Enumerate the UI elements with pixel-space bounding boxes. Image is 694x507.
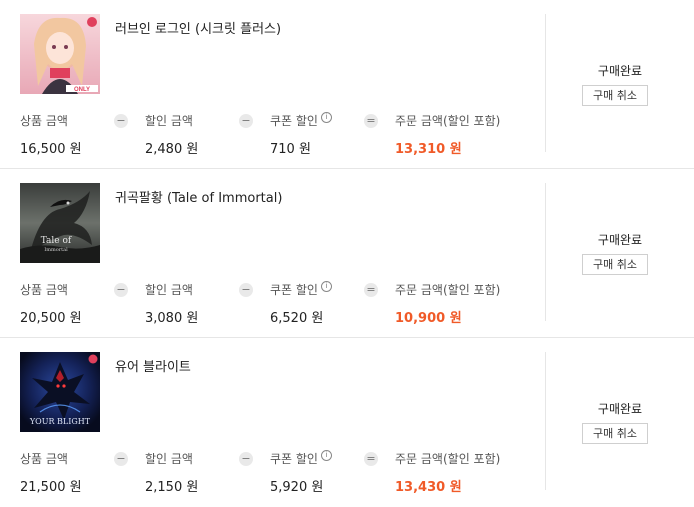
product-price-label: 상품 금액 xyxy=(20,283,68,297)
minus-icon: − xyxy=(114,114,128,128)
order-item: Tale of Immortal 귀곡팔황 (Tale of Immortal)… xyxy=(0,169,694,338)
vertical-divider xyxy=(545,183,546,321)
product-thumbnail[interactable]: ONLY xyxy=(20,14,100,94)
equals-icon: = xyxy=(364,114,378,128)
coupon-discount-value: 6,520 원 xyxy=(270,311,324,326)
cover-title-text: YOUR BLIGHT xyxy=(29,417,91,426)
vertical-divider xyxy=(545,352,546,490)
minus-icon: − xyxy=(114,283,128,297)
total-price-label: 주문 금액(할인 포함) xyxy=(395,452,501,466)
coupon-discount-value: 5,920 원 xyxy=(270,480,324,495)
info-icon[interactable]: i xyxy=(320,450,332,461)
cancel-purchase-button[interactable]: 구매 취소 xyxy=(582,423,648,444)
minus-icon: − xyxy=(114,452,128,466)
discount-price-value: 3,080 원 xyxy=(145,311,199,326)
total-price-column: 주문 금액(할인 포함) 13,310 원 xyxy=(395,112,500,157)
product-price-column: 상품 금액 16,500 원 xyxy=(20,112,82,157)
total-price-column: 주문 금액(할인 포함) 10,900 원 xyxy=(395,281,500,326)
minus-icon: − xyxy=(239,114,253,128)
discount-price-value: 2,480 원 xyxy=(145,142,199,157)
total-price-value: 13,310 원 xyxy=(395,142,462,157)
discount-price-column: 할인 금액 2,150 원 xyxy=(145,450,198,495)
cancel-purchase-button[interactable]: 구매 취소 xyxy=(582,254,648,275)
coupon-price-column: 쿠폰 할인 i 710 원 xyxy=(270,112,332,157)
product-title[interactable]: 러브인 로그인 (시크릿 플러스) xyxy=(115,18,281,37)
coupon-discount-label: 쿠폰 할인 xyxy=(270,452,318,466)
cancel-purchase-button[interactable]: 구매 취소 xyxy=(582,85,648,106)
total-price-label: 주문 금액(할인 포함) xyxy=(395,114,501,128)
product-price-column: 상품 금액 20,500 원 xyxy=(20,281,82,326)
coupon-price-column: 쿠폰 할인 i 5,920 원 xyxy=(270,450,332,495)
minus-icon: − xyxy=(239,283,253,297)
purchase-status: 구매완료 xyxy=(597,233,643,247)
coupon-discount-label: 쿠폰 할인 xyxy=(270,114,318,128)
equals-icon: = xyxy=(364,283,378,297)
total-price-value: 13,430 원 xyxy=(395,480,462,495)
info-icon[interactable]: i xyxy=(320,112,332,123)
order-item: YOUR BLIGHT 유어 블라이트 상품 금액 21,500 원 − 할인 … xyxy=(0,338,694,507)
coupon-discount-label: 쿠폰 할인 xyxy=(270,283,318,297)
product-price-label: 상품 금액 xyxy=(20,452,68,466)
equals-icon: = xyxy=(364,452,378,466)
discount-price-label: 할인 금액 xyxy=(145,452,193,466)
cover-title-line1: Tale of xyxy=(41,236,72,246)
cover-badge-text: ONLY xyxy=(74,87,90,93)
love-in-login-cover-image: ONLY xyxy=(20,14,100,94)
product-title[interactable]: 유어 블라이트 xyxy=(115,356,191,375)
product-price-label: 상품 금액 xyxy=(20,114,68,128)
coupon-price-column: 쿠폰 할인 i 6,520 원 xyxy=(270,281,332,326)
order-item: ONLY 러브인 로그인 (시크릿 플러스) 상품 금액 16,500 원 − … xyxy=(0,0,694,169)
product-thumbnail[interactable]: Tale of Immortal xyxy=(20,183,100,263)
tale-of-immortal-cover-image: Tale of Immortal xyxy=(20,183,100,263)
info-icon[interactable]: i xyxy=(320,281,332,292)
product-price-value: 20,500 원 xyxy=(20,311,82,326)
purchase-status: 구매완료 xyxy=(597,64,643,78)
total-price-column: 주문 금액(할인 포함) 13,430 원 xyxy=(395,450,500,495)
purchase-status: 구매완료 xyxy=(597,402,643,416)
product-thumbnail[interactable]: YOUR BLIGHT xyxy=(20,352,100,432)
your-blight-cover-image: YOUR BLIGHT xyxy=(20,352,100,432)
product-price-value: 16,500 원 xyxy=(20,142,82,157)
discount-price-label: 할인 금액 xyxy=(145,114,193,128)
order-list: ONLY 러브인 로그인 (시크릿 플러스) 상품 금액 16,500 원 − … xyxy=(0,0,694,501)
product-price-value: 21,500 원 xyxy=(20,480,82,495)
product-title[interactable]: 귀곡팔황 (Tale of Immortal) xyxy=(115,187,282,206)
total-price-label: 주문 금액(할인 포함) xyxy=(395,283,501,297)
total-price-value: 10,900 원 xyxy=(395,311,462,326)
minus-icon: − xyxy=(239,452,253,466)
discount-price-label: 할인 금액 xyxy=(145,283,193,297)
discount-price-column: 할인 금액 2,480 원 xyxy=(145,112,198,157)
cover-title-line2: Immortal xyxy=(44,247,68,253)
discount-price-column: 할인 금액 3,080 원 xyxy=(145,281,198,326)
vertical-divider xyxy=(545,14,546,152)
product-price-column: 상품 금액 21,500 원 xyxy=(20,450,82,495)
discount-price-value: 2,150 원 xyxy=(145,480,199,495)
coupon-discount-value: 710 원 xyxy=(270,142,311,157)
